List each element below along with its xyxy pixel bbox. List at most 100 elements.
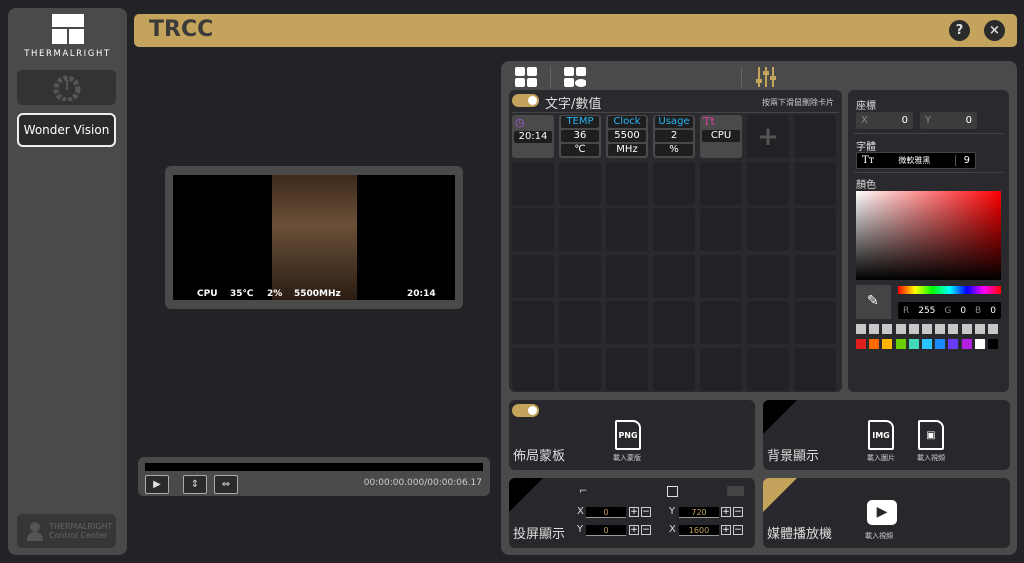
tv-play-icon[interactable]: ▶ xyxy=(867,500,897,525)
cards-toggle[interactable] xyxy=(512,94,539,107)
empty-card-slot[interactable] xyxy=(794,161,836,205)
empty-card-slot[interactable] xyxy=(747,347,789,391)
empty-card-slot[interactable] xyxy=(700,254,742,298)
layout-grid-icon[interactable] xyxy=(515,67,537,87)
empty-card-slot[interactable] xyxy=(559,161,601,205)
empty-card-slot[interactable] xyxy=(747,254,789,298)
empty-card-slot[interactable] xyxy=(512,161,554,205)
device-wonder-vision[interactable]: Wonder Vision xyxy=(17,113,116,147)
custom-color-swatch[interactable] xyxy=(935,324,946,334)
custom-color-swatch[interactable] xyxy=(948,324,959,334)
empty-card-slot[interactable] xyxy=(653,208,695,251)
preset-color-swatch[interactable] xyxy=(988,339,998,349)
card-time[interactable]: ◷ 20:14 xyxy=(512,115,554,158)
empty-card-slot[interactable] xyxy=(606,254,648,298)
hue-slider[interactable] xyxy=(898,286,1001,294)
x-input[interactable]: X0 xyxy=(856,112,913,129)
cast-w-input[interactable]: 1600 xyxy=(679,525,719,536)
b-value[interactable]: 0 xyxy=(990,306,996,316)
eyedropper-button[interactable]: ✎ xyxy=(856,285,891,319)
help-button[interactable]: ? xyxy=(949,20,970,41)
empty-card-slot[interactable] xyxy=(512,254,554,298)
empty-card-slot[interactable] xyxy=(700,208,742,251)
cast-w-minus[interactable]: − xyxy=(733,525,743,535)
empty-card-slot[interactable] xyxy=(794,208,836,251)
cast-h-minus[interactable]: − xyxy=(733,507,743,517)
cast-x-minus[interactable]: − xyxy=(641,507,651,517)
g-value[interactable]: 0 xyxy=(960,306,966,316)
add-card-button[interactable]: + xyxy=(747,115,789,158)
cast-toggle-corner[interactable] xyxy=(509,478,543,512)
empty-card-slot[interactable] xyxy=(606,208,648,251)
empty-card-slot[interactable] xyxy=(512,208,554,251)
empty-card-slot[interactable] xyxy=(559,301,601,344)
empty-card-slot[interactable] xyxy=(653,301,695,344)
empty-card-slot[interactable] xyxy=(794,301,836,344)
custom-color-swatch[interactable] xyxy=(882,324,893,334)
gauge-button[interactable] xyxy=(17,70,116,105)
empty-card-slot[interactable] xyxy=(794,115,836,158)
fit-height-button[interactable]: ⇕ xyxy=(183,475,207,494)
custom-color-swatch[interactable] xyxy=(856,324,866,334)
empty-card-slot[interactable] xyxy=(700,347,742,391)
cast-y-plus[interactable]: + xyxy=(629,525,639,535)
play-button[interactable]: ▶ xyxy=(145,475,169,494)
empty-card-slot[interactable] xyxy=(653,161,695,205)
preset-color-swatch[interactable] xyxy=(856,339,866,349)
media-toggle-corner[interactable] xyxy=(763,478,797,512)
cast-y-input[interactable]: 0 xyxy=(586,525,626,536)
empty-card-slot[interactable] xyxy=(606,347,648,391)
cast-x-input[interactable]: 0 xyxy=(586,507,626,518)
load-mask-label[interactable]: 載入蒙版 xyxy=(613,453,641,463)
cloud-layout-icon[interactable] xyxy=(564,67,586,87)
custom-color-swatch[interactable] xyxy=(922,324,932,334)
close-button[interactable]: × xyxy=(984,20,1005,41)
video-file-icon[interactable]: ▣ xyxy=(918,420,944,450)
load-video-label[interactable]: 載入視頻 xyxy=(917,453,945,463)
background-toggle-corner[interactable] xyxy=(763,400,797,434)
preset-color-swatch[interactable] xyxy=(961,339,972,349)
custom-color-swatch[interactable] xyxy=(988,324,998,334)
preset-color-swatch[interactable] xyxy=(908,339,919,349)
empty-card-slot[interactable] xyxy=(747,208,789,251)
empty-card-slot[interactable] xyxy=(559,208,601,251)
card-clock[interactable]: Clock 5500 MHz xyxy=(606,115,648,158)
color-picker-area[interactable] xyxy=(856,191,1001,280)
empty-card-slot[interactable] xyxy=(747,161,789,205)
empty-card-slot[interactable] xyxy=(512,347,554,391)
custom-color-swatch[interactable] xyxy=(974,324,985,334)
card-usage[interactable]: Usage 2 % xyxy=(653,115,695,158)
empty-card-slot[interactable] xyxy=(794,347,836,391)
rgb-inputs[interactable]: R 255 G0 B0 xyxy=(898,302,1001,319)
preset-color-swatch[interactable] xyxy=(882,339,893,349)
preset-color-swatch[interactable] xyxy=(974,339,985,349)
empty-card-slot[interactable] xyxy=(559,254,601,298)
r-value[interactable]: 255 xyxy=(918,306,935,316)
media-load-video-label[interactable]: 載入視頻 xyxy=(865,531,893,541)
fit-width-button[interactable]: ⇔ xyxy=(214,475,238,494)
font-selector[interactable]: Tт 微軟雅黑 9 xyxy=(856,152,976,169)
cast-w-plus[interactable]: + xyxy=(721,525,731,535)
mask-toggle[interactable] xyxy=(512,404,539,417)
empty-card-slot[interactable] xyxy=(559,347,601,391)
empty-card-slot[interactable] xyxy=(653,254,695,298)
custom-color-swatch[interactable] xyxy=(961,324,972,334)
load-image-label[interactable]: 載入圖片 xyxy=(867,453,895,463)
cast-x-plus[interactable]: + xyxy=(629,507,639,517)
preset-color-swatch[interactable] xyxy=(869,339,880,349)
preset-color-swatch[interactable] xyxy=(948,339,959,349)
preset-color-swatch[interactable] xyxy=(935,339,946,349)
png-file-icon[interactable]: PNG xyxy=(615,420,641,450)
empty-card-slot[interactable] xyxy=(606,161,648,205)
empty-card-slot[interactable] xyxy=(700,301,742,344)
empty-card-slot[interactable] xyxy=(606,301,648,344)
custom-color-swatch[interactable] xyxy=(908,324,919,334)
progress-track[interactable] xyxy=(145,463,483,471)
control-center-button[interactable]: THERMALRIGHT Control Center xyxy=(17,514,116,548)
empty-card-slot[interactable] xyxy=(512,301,554,344)
custom-color-swatch[interactable] xyxy=(895,324,906,334)
img-file-icon[interactable]: IMG xyxy=(868,420,894,450)
y-input[interactable]: Y0 xyxy=(920,112,977,129)
empty-card-slot[interactable] xyxy=(794,254,836,298)
empty-card-slot[interactable] xyxy=(700,161,742,205)
